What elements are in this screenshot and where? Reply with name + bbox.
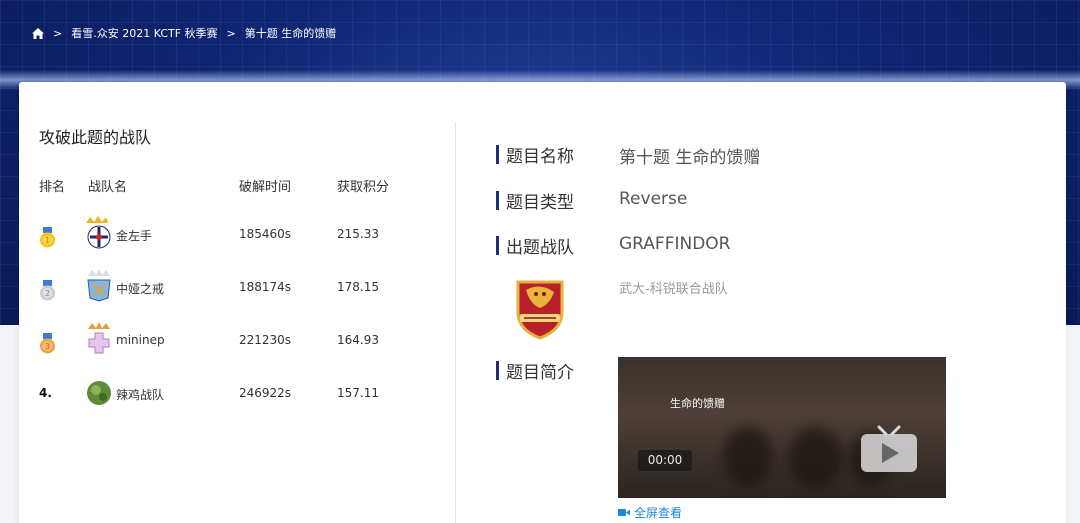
challenge-name-value: 第十题 生命的馈赠 [619,148,761,168]
silver-medal-icon: 2 [40,280,55,301]
info-challenge-intro: 题目简介 [496,359,622,383]
score: 164.93 [337,333,379,347]
play-icon[interactable] [859,425,919,475]
rank-number: 4. [39,386,52,400]
svg-text:2: 2 [45,289,50,298]
team-name[interactable]: 辣鸡战队 [116,386,164,403]
info-author-team: 出题战队 [496,234,622,258]
info-challenge-name: 题目名称 [496,143,622,167]
breadcrumb-separator: > [226,26,236,40]
svg-text:1: 1 [45,236,50,245]
team-avatar [86,216,111,249]
score: 178.15 [337,280,379,294]
home-icon[interactable] [32,27,44,39]
breadcrumb-item-challenge[interactable]: 第十题 生命的馈赠 [245,25,337,41]
info-label: 题目类型 [506,192,574,213]
table-row: 3 mininep 221230s 164.93 [19,321,439,361]
breadcrumb: > 看雪.众安 2021 KCTF 秋季赛 > 第十题 生命的馈赠 [32,24,336,42]
team-name[interactable]: mininep [116,333,165,347]
column-divider [455,122,456,523]
team-avatar [88,322,110,354]
breadcrumb-separator: > [53,26,63,40]
table-row: 1 金左手 185460s 215.33 [19,215,439,255]
video-title: 生命的馈赠 [670,397,725,410]
info-label: 题目简介 [506,362,574,383]
header-rank: 排名 [39,180,66,195]
header-time: 破解时间 [239,180,292,195]
accent-bar [496,360,499,380]
info-label: 出题战队 [506,237,574,258]
table-row: 2 中娅之戒 188174s 178.15 [19,268,439,308]
info-challenge-type: 题目类型 [496,189,622,213]
accent-bar [496,235,499,255]
challenge-type-value: Reverse [619,189,688,209]
breadcrumb-item-event[interactable]: 看雪.众安 2021 KCTF 秋季赛 [71,25,217,41]
challenge-card: 攻破此题的战队 排名 战队名 破解时间 获取积分 1 金左手 185460s 2… [19,82,1066,523]
video-camera-icon [618,509,630,516]
video-frame-figure [723,427,773,487]
intro-video-player[interactable]: 生命的馈赠 00:00 [618,357,946,498]
bronze-medal-icon: 3 [40,333,55,354]
author-team-logo [516,280,564,340]
team-name[interactable]: 中娅之戒 [116,280,164,297]
score: 157.11 [337,386,379,400]
fullscreen-link[interactable]: 全屏查看 [618,504,682,521]
score: 215.33 [337,227,379,241]
team-avatar [87,269,111,302]
header-score: 获取积分 [337,180,390,195]
svg-text:3: 3 [45,342,50,351]
team-avatar [87,381,111,405]
crack-time: 246922s [239,386,292,400]
author-team-value[interactable]: GRAFFINDOR [619,234,731,254]
author-team-description: 武大-科锐联合战队 [619,282,728,297]
header-team: 战队名 [88,180,128,195]
table-row: 4. 辣鸡战队 246922s 157.11 [19,374,439,414]
accent-bar [496,144,499,164]
video-timestamp: 00:00 [638,450,692,471]
solved-teams-title: 攻破此题的战队 [39,128,152,147]
crack-time: 188174s [239,280,292,294]
accent-bar [496,190,499,210]
crack-time: 185460s [239,227,292,241]
fullscreen-label[interactable]: 全屏查看 [634,504,682,521]
info-label: 题目名称 [506,146,574,167]
team-name[interactable]: 金左手 [116,227,152,244]
crack-time: 221230s [239,333,292,347]
gold-medal-icon: 1 [40,227,55,248]
video-frame-figure [788,427,843,489]
